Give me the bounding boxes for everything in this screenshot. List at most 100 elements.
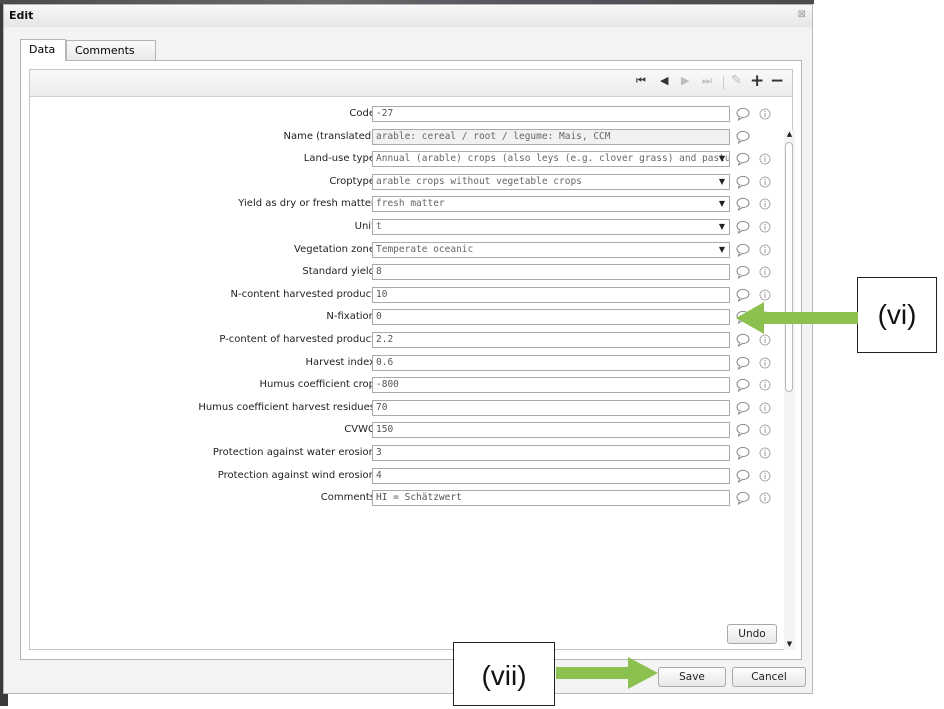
chevron-down-icon[interactable]: ▼ — [719, 220, 725, 234]
title-bar: Edit ⊠ — [4, 5, 812, 27]
comment-icon[interactable] — [736, 107, 750, 121]
info-icon[interactable] — [759, 244, 771, 256]
comment-icon[interactable] — [736, 491, 750, 505]
comment-icon[interactable] — [736, 265, 750, 279]
info-icon[interactable] — [759, 379, 771, 391]
unit-value: t — [376, 221, 382, 232]
info-icon[interactable] — [759, 470, 771, 482]
comment-icon[interactable] — [736, 446, 750, 460]
protection-against-wind-erosion-value: 4 — [376, 470, 382, 481]
add-record-icon[interactable]: + — [750, 71, 764, 91]
previous-record-icon[interactable]: ◀ — [660, 74, 668, 87]
comment-icon[interactable] — [736, 130, 750, 144]
undo-button[interactable]: Undo — [727, 624, 777, 644]
remove-record-icon[interactable]: − — [770, 71, 784, 91]
n-fixation-input[interactable]: 0 — [372, 309, 730, 325]
p-content-of-harvested-product-input[interactable]: 2.2 — [372, 332, 730, 348]
save-button[interactable]: Save — [658, 667, 726, 687]
first-record-icon[interactable]: ⏮ — [636, 74, 646, 88]
code-input[interactable]: -27 — [372, 106, 730, 122]
harvest-index-input[interactable]: 0.6 — [372, 355, 730, 371]
scroll-down-icon[interactable]: ▼ — [784, 640, 795, 650]
close-icon[interactable]: ⊠ — [798, 9, 806, 20]
cvwc-input[interactable]: 150 — [372, 422, 730, 438]
vertical-scrollbar[interactable]: ▲ ▼ — [784, 130, 795, 650]
comments-value: HI = Schätzwert — [376, 492, 462, 503]
p-content-of-harvested-product-value: 2.2 — [376, 334, 394, 345]
comment-icon[interactable] — [736, 243, 750, 257]
tab-comments[interactable]: Comments — [66, 40, 156, 61]
last-record-icon[interactable]: ⏭ — [702, 74, 712, 88]
code-value: -27 — [376, 108, 394, 119]
n-content-harvested-product-input[interactable]: 10 — [372, 287, 730, 303]
comment-icon[interactable] — [736, 356, 750, 370]
comment-icon[interactable] — [736, 378, 750, 392]
name-translated-label: Name (translated) — [283, 131, 375, 142]
comment-icon[interactable] — [736, 152, 750, 166]
humus-coefficient-harvest-residues-label: Humus coefficient harvest residues — [198, 402, 375, 413]
name-translated-input[interactable]: arable: cereal / root / legume: Mais, CC… — [372, 129, 730, 145]
yield-as-dry-or-fresh-matter-label: Yield as dry or fresh matter — [238, 198, 375, 209]
harvest-index-label: Harvest index — [305, 357, 376, 368]
cancel-button[interactable]: Cancel — [732, 667, 806, 687]
comment-icon[interactable] — [736, 401, 750, 415]
callout-vi: (vi) — [857, 277, 937, 353]
chevron-down-icon[interactable]: ▼ — [719, 243, 725, 257]
p-content-of-harvested-product-label: P-content of harvested product — [219, 334, 375, 345]
chevron-down-icon[interactable]: ▼ — [719, 175, 725, 189]
record-toolbar: ⏮ ◀ ▶ ⏭ ✎ + − — [30, 70, 792, 97]
info-icon[interactable] — [759, 153, 771, 165]
chevron-down-icon[interactable]: ▼ — [719, 152, 725, 166]
unit-select[interactable]: t ▼ — [372, 219, 730, 235]
name-translated-value: arable: cereal / root / legume: Mais, CC… — [376, 131, 611, 142]
edit-pencil-icon[interactable]: ✎ — [731, 73, 742, 88]
croptype-label: Croptype — [329, 176, 375, 187]
land-use-type-label: Land-use type — [303, 153, 375, 164]
humus-coefficient-crop-input[interactable]: -800 — [372, 377, 730, 393]
comments-input[interactable]: HI = Schätzwert — [372, 490, 730, 506]
info-icon[interactable] — [759, 447, 771, 459]
chevron-down-icon[interactable]: ▼ — [719, 197, 725, 211]
protection-against-wind-erosion-input[interactable]: 4 — [372, 468, 730, 484]
vegetation-zone-label: Vegetation zone — [294, 244, 375, 255]
scroll-thumb[interactable] — [785, 142, 793, 392]
comment-icon[interactable] — [736, 175, 750, 189]
record-form: ⏮ ◀ ▶ ⏭ ✎ + − Code -27 Name (translated) ar… — [29, 69, 795, 650]
info-icon[interactable] — [759, 402, 771, 414]
callout-vii: (vii) — [453, 642, 555, 706]
comment-icon[interactable] — [736, 423, 750, 437]
info-icon[interactable] — [759, 266, 771, 278]
land-use-type-value: Annual (arable) crops (also leys (e.g. c… — [376, 153, 730, 164]
edit-dialog: Edit ⊠ Data Comments ⏮ ◀ ▶ ⏭ ✎ + − Code -… — [3, 4, 813, 694]
comments-label: Comments — [320, 492, 375, 503]
land-use-type-select[interactable]: Annual (arable) crops (also leys (e.g. c… — [372, 151, 730, 167]
yield-as-dry-or-fresh-matter-select[interactable]: fresh matter ▼ — [372, 196, 730, 212]
comment-icon[interactable] — [736, 197, 750, 211]
standard-yield-input[interactable]: 8 — [372, 264, 730, 280]
next-record-icon[interactable]: ▶ — [681, 74, 689, 87]
humus-coefficient-harvest-residues-input[interactable]: 70 — [372, 400, 730, 416]
vegetation-zone-select[interactable]: Temperate oceanic ▼ — [372, 242, 730, 258]
vegetation-zone-value: Temperate oceanic — [376, 244, 474, 255]
comment-icon[interactable] — [736, 220, 750, 234]
info-icon[interactable] — [759, 492, 771, 504]
info-icon[interactable] — [759, 198, 771, 210]
info-icon[interactable] — [759, 221, 771, 233]
comment-icon[interactable] — [736, 469, 750, 483]
cvwc-value: 150 — [376, 424, 394, 435]
n-content-harvested-product-label: N-content harvested product — [230, 289, 375, 300]
scroll-up-icon[interactable]: ▲ — [784, 130, 795, 140]
cvwc-label: CVWC — [344, 424, 375, 435]
protection-against-water-erosion-input[interactable]: 3 — [372, 445, 730, 461]
humus-coefficient-crop-label: Humus coefficient crop — [259, 379, 375, 390]
protection-against-water-erosion-value: 3 — [376, 447, 382, 458]
tab-data[interactable]: Data — [20, 39, 66, 61]
standard-yield-value: 8 — [376, 266, 382, 277]
protection-against-wind-erosion-label: Protection against wind erosion — [217, 470, 375, 481]
croptype-select[interactable]: arable crops without vegetable crops ▼ — [372, 174, 730, 190]
info-icon[interactable] — [759, 176, 771, 188]
info-icon[interactable] — [759, 357, 771, 369]
croptype-value: arable crops without vegetable crops — [376, 176, 582, 187]
info-icon[interactable] — [759, 108, 771, 120]
info-icon[interactable] — [759, 424, 771, 436]
